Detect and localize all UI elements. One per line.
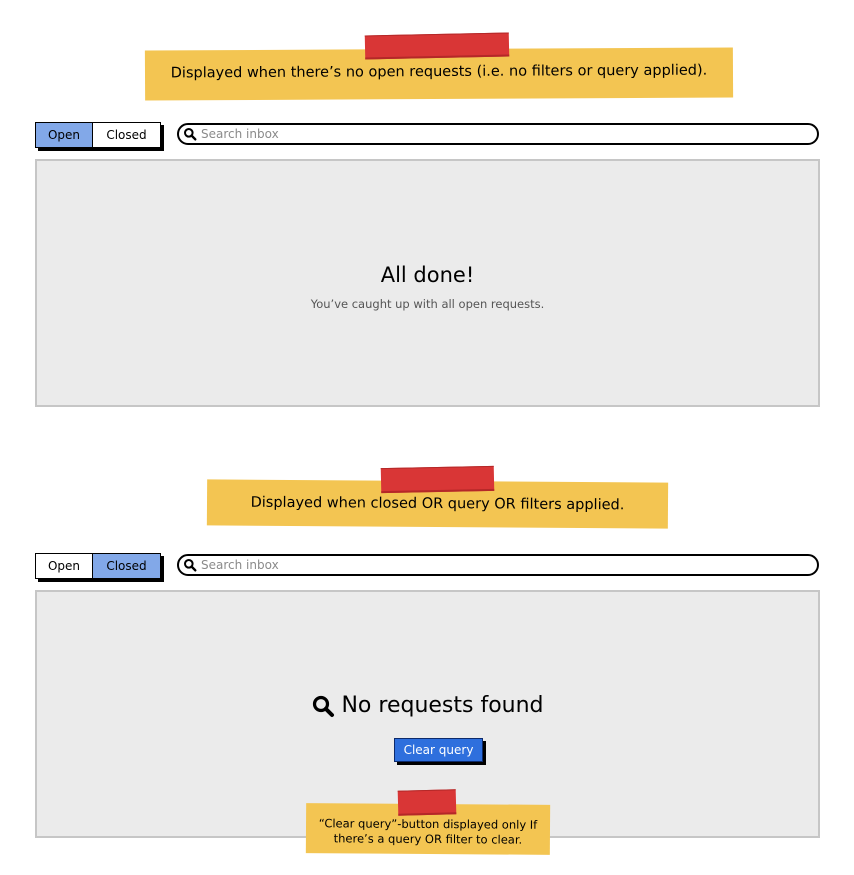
- annotation-clear-query-line2: there’s a query OR filter to clear.: [333, 831, 523, 847]
- search-bar[interactable]: [177, 123, 819, 145]
- annotation-empty-state-text: Displayed when there’s no open requests …: [170, 62, 708, 82]
- clear-query-button[interactable]: Clear query: [394, 738, 483, 762]
- tape-decoration: [397, 789, 457, 816]
- annotation-clear-query-line1: “Clear query”-button displayed only If: [318, 816, 538, 832]
- status-toggle: Open Closed: [35, 553, 161, 579]
- tab-closed[interactable]: Closed: [92, 123, 160, 147]
- tab-open[interactable]: Open: [36, 554, 92, 578]
- tape-decoration: [380, 465, 495, 494]
- tape-decoration: [364, 32, 510, 60]
- search-bar[interactable]: [177, 554, 819, 576]
- tab-closed[interactable]: Closed: [92, 554, 160, 578]
- search-input[interactable]: [201, 558, 801, 572]
- status-toggle: Open Closed: [35, 122, 161, 148]
- tab-open[interactable]: Open: [36, 123, 92, 147]
- no-results-heading: No requests found: [37, 693, 818, 718]
- empty-state-subtitle: You’ve caught up with all open requests.: [310, 297, 545, 311]
- magnifier-icon: [313, 695, 335, 717]
- search-input[interactable]: [201, 127, 801, 141]
- no-results-title: No requests found: [341, 693, 544, 718]
- annotation-no-results-text: Displayed when closed OR query OR filter…: [250, 494, 625, 514]
- search-icon: [184, 559, 197, 572]
- empty-state-panel: All done! You’ve caught up with all open…: [35, 159, 820, 407]
- search-icon: [184, 128, 197, 141]
- empty-state-title: All done!: [380, 263, 475, 287]
